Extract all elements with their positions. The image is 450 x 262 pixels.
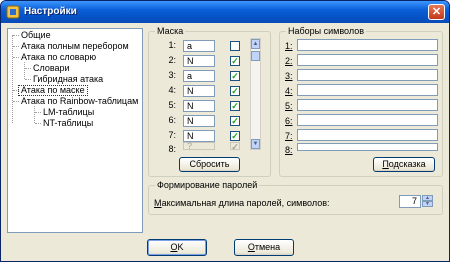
scroll-thumb[interactable] bbox=[251, 51, 260, 61]
title-bar[interactable]: Настройки ✕ bbox=[1, 1, 449, 23]
charset-number: 8: bbox=[285, 145, 293, 155]
mask-checkbox-8[interactable]: ✓ bbox=[230, 142, 240, 152]
tree-item-bruteforce[interactable]: Атака полным перебором bbox=[19, 41, 131, 52]
window-title: Настройки bbox=[24, 6, 77, 17]
tree-item-dictionary[interactable]: Атака по словарю bbox=[19, 52, 98, 63]
charset-number: 2: bbox=[285, 56, 293, 66]
reset-button[interactable]: Сбросить bbox=[179, 157, 240, 172]
mask-row-number: 8: bbox=[168, 144, 176, 154]
charset-input-3[interactable] bbox=[297, 69, 438, 81]
charset-number: 7: bbox=[285, 131, 293, 141]
mask-input-3[interactable]: a bbox=[183, 70, 215, 82]
charset-number: 4: bbox=[285, 86, 293, 96]
charsets-group-title: Наборы символов bbox=[286, 26, 366, 36]
mask-checkbox-5[interactable]: ✓ bbox=[230, 101, 240, 111]
mask-row-number: 4: bbox=[168, 85, 176, 95]
cancel-button[interactable]: Отмена bbox=[234, 239, 294, 256]
mask-input-4[interactable]: N bbox=[183, 85, 215, 97]
settings-window: Настройки ✕ Общие Атака полным перебором… bbox=[0, 0, 450, 262]
mask-row-number: 7: bbox=[168, 130, 176, 140]
mask-input-1[interactable]: a bbox=[183, 40, 215, 52]
mask-scrollbar[interactable]: ▲ ▼ bbox=[250, 38, 261, 150]
mask-group-title: Маска bbox=[155, 26, 186, 36]
tree-item-hybrid[interactable]: Гибридная атака bbox=[31, 74, 105, 85]
charset-number: 3: bbox=[285, 71, 293, 81]
settings-tree[interactable]: Общие Атака полным перебором Атака по сл… bbox=[7, 28, 143, 233]
close-button[interactable]: ✕ bbox=[428, 4, 445, 20]
charset-input-2[interactable] bbox=[297, 54, 438, 66]
app-icon bbox=[6, 5, 20, 19]
charset-input-5[interactable] bbox=[297, 99, 438, 111]
tree-item-lm-tables[interactable]: LM-таблицы bbox=[41, 107, 96, 118]
mask-input-8[interactable]: ? bbox=[183, 142, 215, 151]
mask-input-2[interactable]: N bbox=[183, 55, 215, 67]
charset-input-1[interactable] bbox=[297, 39, 438, 51]
mask-row-number: 2: bbox=[168, 55, 176, 65]
charset-number: 1: bbox=[285, 41, 293, 51]
max-length-input[interactable]: 7 bbox=[399, 195, 421, 208]
mask-checkbox-4[interactable]: ✓ bbox=[230, 86, 240, 96]
scroll-down-arrow-icon[interactable]: ▼ bbox=[251, 139, 260, 149]
ok-button[interactable]: OK bbox=[147, 239, 207, 256]
charset-number: 6: bbox=[285, 116, 293, 126]
scroll-up-arrow-icon[interactable]: ▲ bbox=[251, 39, 260, 49]
max-length-spinner[interactable]: ▲ ▼ bbox=[422, 195, 433, 208]
mask-checkbox-2[interactable]: ✓ bbox=[230, 56, 240, 66]
charset-input-4[interactable] bbox=[297, 84, 438, 96]
charset-input-6[interactable] bbox=[297, 114, 438, 126]
tree-item-dictionaries[interactable]: Словари bbox=[31, 63, 72, 74]
charset-input-7[interactable] bbox=[297, 129, 438, 141]
spin-down-arrow-icon[interactable]: ▼ bbox=[422, 201, 433, 207]
tree-item-rainbow[interactable]: Атака по Rainbow-таблицам bbox=[19, 96, 140, 107]
charset-number: 5: bbox=[285, 101, 293, 111]
mask-input-6[interactable]: N bbox=[183, 115, 215, 127]
tree-item-general[interactable]: Общие bbox=[19, 30, 53, 41]
mask-input-5[interactable]: N bbox=[183, 100, 215, 112]
mask-row-number: 6: bbox=[168, 115, 176, 125]
mask-checkbox-7[interactable]: ✓ bbox=[230, 131, 240, 141]
mask-row-number: 1: bbox=[168, 40, 176, 50]
charset-input-8[interactable] bbox=[297, 143, 438, 151]
mask-row-number: 5: bbox=[168, 100, 176, 110]
mask-row-number: 3: bbox=[168, 70, 176, 80]
tree-item-nt-tables[interactable]: NT-таблицы bbox=[41, 118, 95, 129]
max-length-label: Максимальная длина паролей, символов: bbox=[154, 198, 330, 208]
mask-checkbox-3[interactable]: ✓ bbox=[230, 71, 240, 81]
tree-item-mask[interactable]: Атака по маске bbox=[18, 85, 88, 96]
mask-checkbox-1[interactable] bbox=[230, 41, 240, 51]
hint-button[interactable]: Подсказка bbox=[373, 157, 435, 172]
mask-checkbox-6[interactable]: ✓ bbox=[230, 116, 240, 126]
generation-group-title: Формирование паролей bbox=[155, 180, 260, 190]
